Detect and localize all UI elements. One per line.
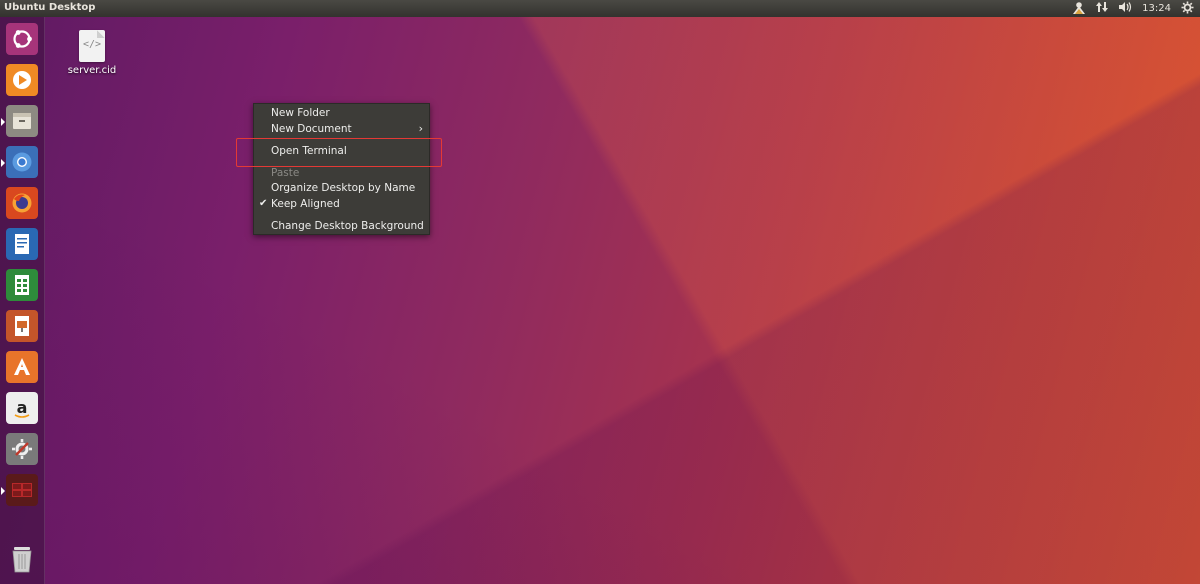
gear-icon[interactable] <box>1181 1 1194 17</box>
svg-text:a: a <box>17 398 28 417</box>
code-file-icon: </> <box>79 30 105 62</box>
volume-icon[interactable] <box>1118 1 1132 16</box>
chromium-icon <box>6 146 38 178</box>
file-cabinet-icon <box>6 105 38 137</box>
files-launcher[interactable] <box>1 103 40 139</box>
panel-indicators: 13:24 <box>1072 1 1194 16</box>
firefox-icon <box>6 187 38 219</box>
software-center-icon <box>6 351 38 383</box>
desktop-file-label: server.cid <box>67 65 117 76</box>
writer-launcher[interactable] <box>4 226 40 262</box>
ubuntu-logo-icon <box>6 23 38 55</box>
menu-item-change-background[interactable]: Change Desktop Background <box>254 218 429 234</box>
desktop-file-server-cid[interactable]: </> server.cid <box>62 30 122 76</box>
media-player-icon <box>6 64 38 96</box>
user-indicator-icon[interactable] <box>1072 1 1086 17</box>
rhythmbox-launcher[interactable] <box>4 62 40 98</box>
checkmark-icon: ✔ <box>259 198 268 209</box>
menu-item-new-folder[interactable]: New Folder <box>254 105 429 121</box>
chromium-launcher[interactable] <box>1 144 40 180</box>
text-document-icon <box>6 228 38 260</box>
workspaces-launcher[interactable] <box>1 472 40 508</box>
menu-item-organize-desktop[interactable]: Organize Desktop by Name <box>254 180 429 196</box>
menu-item-open-terminal[interactable]: Open Terminal <box>254 143 429 159</box>
firefox-launcher[interactable] <box>4 185 40 221</box>
chevron-right-icon: › <box>418 122 423 135</box>
top-panel: Ubuntu Desktop 13:24 <box>0 0 1200 17</box>
system-settings-icon <box>6 433 38 465</box>
settings-launcher[interactable] <box>4 431 40 467</box>
menu-item-keep-aligned[interactable]: ✔ Keep Aligned <box>254 196 429 212</box>
launcher: a <box>0 17 45 584</box>
impress-launcher[interactable] <box>4 308 40 344</box>
trash-launcher[interactable] <box>4 541 40 577</box>
panel-title: Ubuntu Desktop <box>4 2 96 13</box>
presentation-icon <box>6 310 38 342</box>
spreadsheet-icon <box>6 269 38 301</box>
ubuntu-dash-button[interactable] <box>4 21 40 57</box>
amazon-icon: a <box>6 392 38 424</box>
trash-icon <box>6 543 38 575</box>
desktop-context-menu: New Folder New Document › Open Terminal … <box>253 103 430 235</box>
network-updown-icon[interactable] <box>1096 1 1109 16</box>
workspace-switcher-icon <box>6 474 38 506</box>
menu-item-new-document[interactable]: New Document › <box>254 121 429 137</box>
calc-launcher[interactable] <box>4 267 40 303</box>
menu-item-paste: Paste <box>271 167 300 179</box>
software-center-launcher[interactable] <box>4 349 40 385</box>
clock[interactable]: 13:24 <box>1142 3 1171 14</box>
amazon-launcher[interactable]: a <box>4 390 40 426</box>
